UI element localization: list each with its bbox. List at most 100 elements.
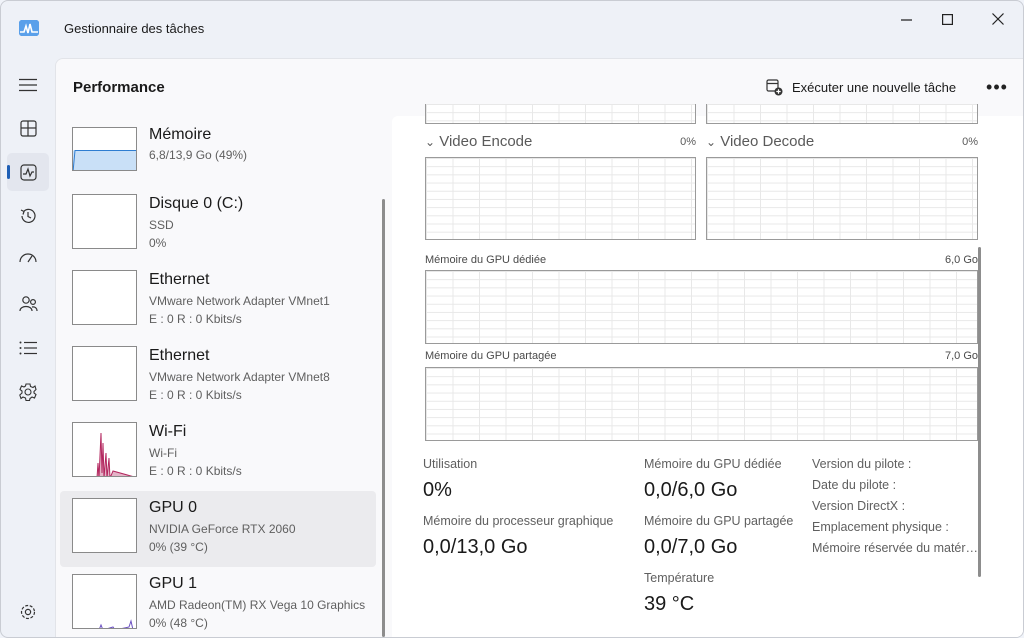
hardware-reserved-memory-label: Mémoire réservée du matér… — [812, 541, 979, 555]
device-ethernet-vmnet1[interactable]: Ethernet VMware Network Adapter VMnet1 E… — [60, 263, 376, 339]
gpu-activity-line — [99, 619, 134, 628]
shared-memory-graph-label: Mémoire du GPU partagée — [425, 350, 557, 362]
close-button[interactable] — [975, 7, 1021, 31]
video-decode-label: Video Decode — [720, 133, 815, 150]
performance-icon — [19, 163, 37, 181]
task-manager-app-icon — [19, 20, 39, 36]
wifi-thumbnail — [72, 422, 137, 477]
shared-memory-value: 0,0/7,0 Go — [644, 536, 738, 558]
device-ethernet-vmnet8[interactable]: Ethernet VMware Network Adapter VMnet8 E… — [60, 339, 376, 415]
device-name: Disque 0 (C:) — [149, 195, 244, 212]
wifi-activity-line — [96, 432, 133, 476]
device-throughput: E : 0 R : 0 Kbits/s — [149, 312, 242, 326]
video-encode-percent: 0% — [680, 136, 696, 148]
gpu-memory-label: Mémoire du processeur graphique — [423, 514, 614, 528]
dedicated-memory-graph-max: 6,0 Go — [944, 254, 978, 266]
gpu-thumbnail — [72, 498, 137, 553]
device-adapter: VMware Network Adapter VMnet8 — [149, 370, 330, 384]
ethernet-thumbnail — [72, 270, 137, 325]
device-name: Mémoire — [149, 126, 212, 143]
device-gpu-1[interactable]: GPU 1 AMD Radeon(TM) RX Vega 10 Graphics… — [60, 567, 376, 637]
chevron-down-icon: ⌄ — [706, 135, 717, 149]
detail-scrollbar[interactable] — [978, 247, 981, 577]
dedicated-memory-graph-label: Mémoire du GPU dédiée — [425, 254, 547, 266]
nav-item-startup-apps[interactable] — [7, 241, 49, 279]
device-name: GPU 0 — [149, 499, 198, 516]
wifi-activity-graph — [96, 432, 133, 476]
dedicated-memory-graph — [425, 270, 978, 344]
memory-thumbnail — [72, 127, 137, 171]
more-options-button[interactable]: ••• — [982, 73, 1012, 101]
device-list-scrollbar[interactable] — [382, 199, 385, 637]
temperature-value: 39 °C — [644, 593, 695, 615]
device-adapter: VMware Network Adapter VMnet1 — [149, 294, 330, 308]
device-type: SSD — [149, 218, 174, 232]
content-panel: Performance Exécuter une nouvelle tâche … — [55, 58, 1023, 637]
temperature-label: Température — [644, 571, 715, 585]
device-throughput: E : 0 R : 0 Kbits/s — [149, 388, 242, 402]
nav-item-details[interactable] — [7, 329, 49, 367]
gpu-activity-graph — [99, 619, 134, 628]
video-decode-graph — [706, 157, 978, 240]
device-usage: 0% — [149, 236, 167, 250]
users-icon — [18, 296, 38, 312]
device-disk[interactable]: Disque 0 (C:) SSD 0% — [60, 187, 376, 263]
device-wifi[interactable]: Wi-Fi Wi-Fi E : 0 R : 0 Kbits/s — [60, 415, 376, 491]
nav-item-processes[interactable] — [7, 109, 49, 147]
nav-item-settings[interactable] — [7, 593, 49, 631]
device-gpu-0[interactable]: GPU 0 NVIDIA GeForce RTX 2060 0% (39 °C) — [60, 491, 376, 567]
close-icon — [992, 13, 1004, 25]
device-name: Ethernet — [149, 271, 210, 288]
nav-item-users[interactable] — [7, 285, 49, 323]
navigation-rail — [1, 61, 55, 637]
memory-usage-area — [73, 150, 136, 170]
nav-menu-button[interactable] — [7, 66, 49, 104]
run-new-task-label: Exécuter une nouvelle tâche — [792, 79, 957, 95]
details-icon — [19, 341, 37, 355]
engine-graph-partial — [706, 104, 978, 124]
device-list[interactable]: Mémoire 6,8/13,9 Go (49%) Disque 0 (C:) … — [60, 125, 376, 637]
device-adapter: Wi-Fi — [149, 446, 177, 460]
nav-item-app-history[interactable] — [7, 197, 49, 235]
device-model: NVIDIA GeForce RTX 2060 — [149, 522, 296, 536]
more-options-icon: ••• — [986, 76, 1008, 97]
gpu-detail-pane: ⌄ Video Encode 0% ⌄ Video Decode 0% Mémo… — [392, 104, 1023, 637]
video-encode-header[interactable]: ⌄ Video Encode — [425, 133, 532, 150]
services-icon — [19, 383, 37, 401]
device-name: GPU 1 — [149, 575, 198, 592]
utilisation-label: Utilisation — [423, 457, 478, 471]
minimize-button[interactable] — [883, 7, 929, 31]
physical-location-label: Emplacement physique : — [812, 520, 949, 534]
shared-memory-graph-max: 7,0 Go — [944, 350, 978, 362]
maximize-icon — [941, 13, 953, 25]
device-name: Ethernet — [149, 347, 210, 364]
maximize-button[interactable] — [924, 7, 970, 31]
device-usage: 0% (39 °C) — [149, 540, 208, 554]
gpu-memory-value: 0,0/13,0 Go — [423, 536, 528, 558]
memory-usage-graph — [73, 149, 136, 170]
directx-version-label: Version DirectX : — [812, 499, 906, 513]
settings-icon — [20, 604, 36, 620]
dedicated-memory-value: 0,0/6,0 Go — [644, 479, 738, 501]
engine-graph-partial — [425, 104, 696, 124]
ethernet-thumbnail — [72, 346, 137, 401]
gpu-thumbnail — [72, 574, 137, 629]
app-history-icon — [20, 208, 36, 223]
driver-version-label: Version du pilote : — [812, 457, 912, 471]
driver-date-label: Date du pilote : — [812, 478, 897, 492]
new-task-icon — [766, 78, 783, 95]
title-bar[interactable]: Gestionnaire des tâches — [1, 1, 1023, 57]
device-model: AMD Radeon(TM) RX Vega 10 Graphics — [149, 598, 366, 612]
video-encode-graph — [425, 157, 696, 240]
utilisation-value: 0% — [423, 479, 452, 501]
window-title: Gestionnaire des tâches — [64, 21, 205, 36]
video-decode-percent: 0% — [962, 136, 978, 148]
shared-memory-label: Mémoire du GPU partagée — [644, 514, 794, 528]
device-throughput: E : 0 R : 0 Kbits/s — [149, 464, 242, 478]
video-decode-header[interactable]: ⌄ Video Decode — [706, 133, 814, 150]
page-title: Performance — [73, 79, 165, 96]
run-new-task-button[interactable]: Exécuter une nouvelle tâche — [760, 73, 962, 101]
chevron-down-icon: ⌄ — [425, 135, 436, 149]
nav-item-services[interactable] — [7, 373, 49, 411]
nav-item-performance[interactable] — [7, 153, 49, 191]
